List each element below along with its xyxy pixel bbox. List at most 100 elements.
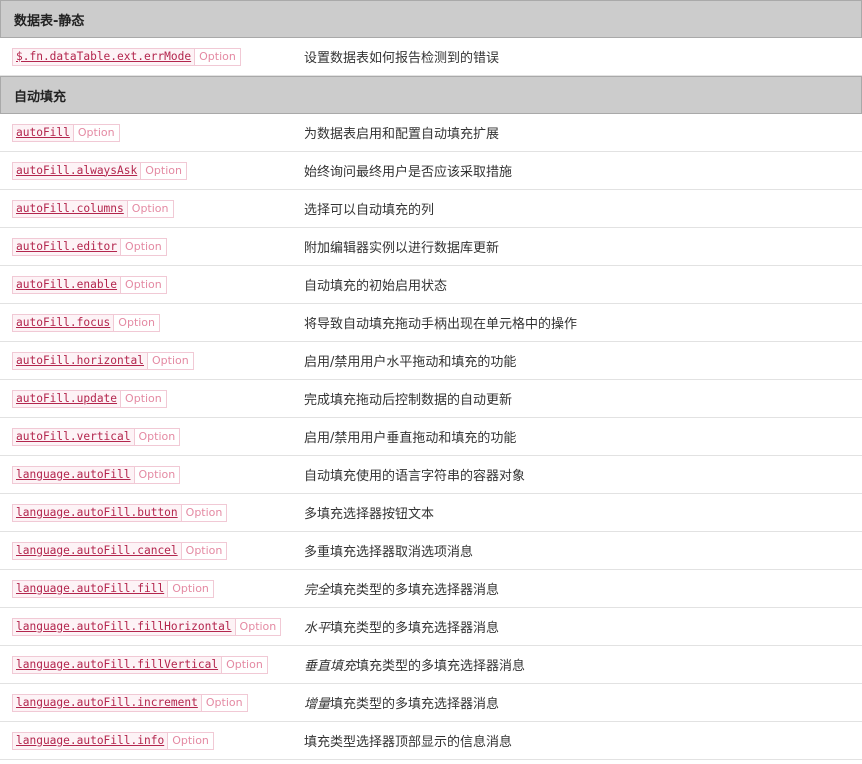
option-type-badge: Option: [134, 465, 181, 484]
option-row: autoFill.alwaysAsk Option 始终询问最终用户是否应该采取措施: [0, 152, 862, 190]
option-row: language.autoFill.info Option 填充类型选择器顶部显示的…: [0, 722, 862, 760]
description-text: 填充类型的多填充选择器消息: [330, 697, 500, 712]
option-type-badge: Option: [168, 579, 214, 598]
option-name-link[interactable]: language.autoFill.button: [12, 503, 182, 522]
option-type-badge: Option: [134, 427, 181, 446]
option-row: language.autoFill.fillVertical Option 垂直填充…: [0, 646, 862, 684]
option-name-link[interactable]: language.autoFill.fill: [12, 579, 169, 598]
option-name-link[interactable]: language.autoFill.increment: [12, 693, 202, 712]
section-header: 自动填充: [0, 76, 862, 114]
description-text: 多重填充选择器取消选项消息: [304, 545, 474, 560]
option-name-cell: autoFill.focus Option: [0, 313, 304, 332]
description-text: 选择可以自动填充的列: [304, 203, 435, 218]
option-type-badge: Option: [195, 47, 241, 66]
option-description: 自动填充使用的语言字符串的容器对象: [304, 465, 862, 484]
option-name-link[interactable]: autoFill: [12, 123, 74, 142]
option-row: autoFill.horizontal Option 启用/禁用用户水平拖动和填充的…: [0, 342, 862, 380]
option-name-link[interactable]: autoFill.alwaysAsk: [12, 161, 142, 180]
option-row: language.autoFill.button Option 多填充选择器按钮文本: [0, 494, 862, 532]
description-text: 启用/禁用用户水平拖动和填充的功能: [304, 355, 517, 370]
option-name-cell: autoFill.enable Option: [0, 275, 304, 294]
option-name-cell: language.autoFill.increment Option: [0, 693, 304, 712]
option-description: 增量填充类型的多填充选择器消息: [304, 693, 862, 712]
option-description: 设置数据表如何报告检测到的错误: [304, 47, 862, 66]
option-name-link[interactable]: autoFill.focus: [12, 313, 115, 332]
option-row: language.autoFill.fill Option 完全填充类型的多填充选择…: [0, 570, 862, 608]
option-name-cell: autoFill.update Option: [0, 389, 304, 408]
option-name-cell: autoFill.columns Option: [0, 199, 304, 218]
fill-type-emphasis: 增量: [304, 697, 331, 712]
option-row: autoFill.update Option 完成填充拖动后控制数据的自动更新: [0, 380, 862, 418]
option-name-link[interactable]: $.fn.dataTable.ext.errMode: [12, 47, 196, 66]
option-description: 水平填充类型的多填充选择器消息: [304, 617, 862, 636]
option-type-badge: Option: [121, 275, 167, 294]
description-text: 始终询问最终用户是否应该采取措施: [304, 165, 513, 180]
option-row: language.autoFill.fillHorizontal Option 水平…: [0, 608, 862, 646]
option-row: autoFill.columns Option 选择可以自动填充的列: [0, 190, 862, 228]
fill-type-emphasis: 水平: [304, 621, 331, 636]
option-row: $.fn.dataTable.ext.errMode Option 设置数据表如何报…: [0, 38, 862, 76]
option-name-cell: autoFill.alwaysAsk Option: [0, 161, 304, 180]
option-description: 垂直填充填充类型的多填充选择器消息: [304, 655, 862, 674]
option-name-cell: language.autoFill.fill Option: [0, 579, 304, 598]
option-row: language.autoFill Option 自动填充使用的语言字符串的容器对象: [0, 456, 862, 494]
description-text: 填充类型的多填充选择器消息: [330, 621, 500, 636]
option-description: 始终询问最终用户是否应该采取措施: [304, 161, 862, 180]
option-name-cell: language.autoFill Option: [0, 465, 304, 484]
option-description: 填充类型选择器顶部显示的信息消息: [304, 731, 862, 750]
option-description: 启用/禁用用户垂直拖动和填充的功能: [304, 427, 862, 446]
option-row: autoFill.enable Option 自动填充的初始启用状态: [0, 266, 862, 304]
description-text: 多填充选择器按钮文本: [304, 507, 435, 522]
option-name-cell: language.autoFill.info Option: [0, 731, 304, 750]
description-text: 为数据表启用和配置自动填充扩展: [304, 127, 500, 142]
option-name-link[interactable]: language.autoFill.fillHorizontal: [12, 617, 236, 636]
option-row: language.autoFill.cancel Option 多重填充选择器取消选…: [0, 532, 862, 570]
option-name-cell: language.autoFill.fillHorizontal Option: [0, 617, 304, 636]
description-text: 完成填充拖动后控制数据的自动更新: [304, 393, 513, 408]
description-text: 设置数据表如何报告检测到的错误: [304, 51, 500, 66]
option-type-badge: Option: [181, 503, 228, 522]
option-name-cell: autoFill.horizontal Option: [0, 351, 304, 370]
option-type-badge: Option: [181, 541, 228, 560]
option-name-link[interactable]: autoFill.enable: [12, 275, 122, 294]
option-name-link[interactable]: language.autoFill.info: [12, 731, 169, 750]
option-type-badge: Option: [201, 693, 248, 712]
description-text: 将导致自动填充拖动手柄出现在单元格中的操作: [304, 317, 578, 332]
option-name-cell: language.autoFill.cancel Option: [0, 541, 304, 560]
option-name-cell: language.autoFill.button Option: [0, 503, 304, 522]
option-description: 完成填充拖动后控制数据的自动更新: [304, 389, 862, 408]
option-type-badge: Option: [168, 731, 214, 750]
option-name-link[interactable]: autoFill.columns: [12, 199, 128, 218]
description-text: 填充类型的多填充选择器消息: [330, 583, 500, 598]
option-type-badge: Option: [114, 313, 161, 332]
option-name-link[interactable]: autoFill.update: [12, 389, 122, 408]
option-type-badge: Option: [127, 199, 174, 218]
option-name-link[interactable]: autoFill.vertical: [12, 427, 135, 446]
option-type-badge: Option: [141, 161, 187, 180]
option-name-cell: language.autoFill.fillVertical Option: [0, 655, 304, 674]
option-type-badge: Option: [222, 655, 268, 674]
option-row: autoFill.vertical Option 启用/禁用用户垂直拖动和填充的功能: [0, 418, 862, 456]
option-name-link[interactable]: language.autoFill.fillVertical: [12, 655, 223, 674]
option-name-cell: autoFill Option: [0, 123, 304, 142]
fill-type-emphasis: 垂直填充: [304, 659, 357, 674]
api-reference-list: 数据表-静态 $.fn.dataTable.ext.errMode Option 设置…: [0, 0, 862, 760]
description-text: 附加编辑器实例以进行数据库更新: [304, 241, 500, 256]
option-row: language.autoFill.increment Option 增量填充类型的…: [0, 684, 862, 722]
option-name-link[interactable]: language.autoFill.cancel: [12, 541, 182, 560]
option-type-badge: Option: [147, 351, 194, 370]
option-description: 多重填充选择器取消选项消息: [304, 541, 862, 560]
option-name-cell: autoFill.vertical Option: [0, 427, 304, 446]
option-description: 附加编辑器实例以进行数据库更新: [304, 237, 862, 256]
option-type-badge: Option: [73, 123, 120, 142]
option-name-link[interactable]: language.autoFill: [12, 465, 135, 484]
option-description: 启用/禁用用户水平拖动和填充的功能: [304, 351, 862, 370]
option-description: 选择可以自动填充的列: [304, 199, 862, 218]
option-type-badge: Option: [235, 617, 282, 636]
option-name-link[interactable]: autoFill.horizontal: [12, 351, 148, 370]
option-name-link[interactable]: autoFill.editor: [12, 237, 122, 256]
description-text: 填充类型选择器顶部显示的信息消息: [304, 735, 513, 750]
option-type-badge: Option: [121, 389, 167, 408]
option-row: autoFill.editor Option 附加编辑器实例以进行数据库更新: [0, 228, 862, 266]
option-description: 为数据表启用和配置自动填充扩展: [304, 123, 862, 142]
